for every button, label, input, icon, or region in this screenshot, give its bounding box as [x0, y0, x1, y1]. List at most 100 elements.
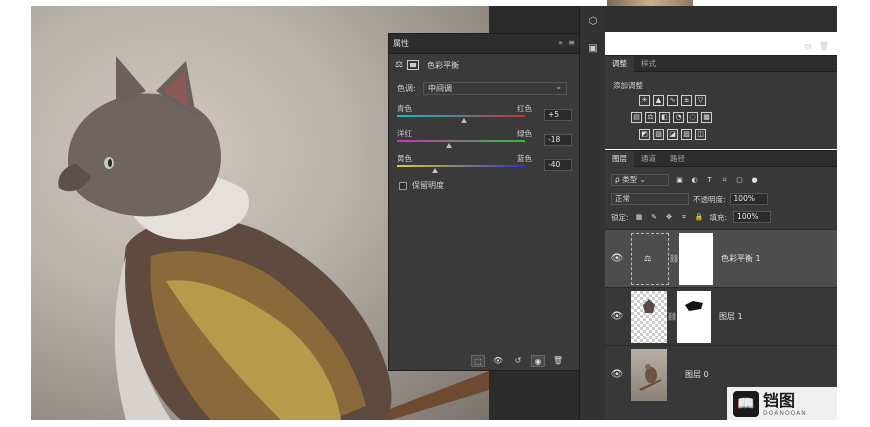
kind-filter-select[interactable]: ρ 类型 ⌄: [611, 174, 669, 186]
clip-icon[interactable]: ⬚: [471, 355, 485, 367]
layer-name: 图层 0: [685, 370, 709, 379]
magenta-green-thumb[interactable]: [446, 143, 453, 148]
threshold-icon[interactable]: ◪: [667, 129, 678, 140]
opacity-input[interactable]: 100%: [729, 193, 768, 205]
cyan-red-value[interactable]: +5: [544, 109, 572, 121]
red-label: 红色: [517, 104, 532, 113]
cyan-red-track[interactable]: [397, 115, 525, 117]
panel-top-strip: ⧉ 🗑: [605, 6, 837, 51]
yellow-blue-value[interactable]: -40: [544, 159, 572, 171]
visibility-eye-icon[interactable]: 👁: [605, 311, 629, 322]
shape-filter-icon[interactable]: ⌑: [720, 176, 729, 185]
visibility-icon[interactable]: ◉: [531, 355, 545, 367]
tab-layers[interactable]: 图层: [605, 151, 634, 167]
photoshop-screenshot: ⬡ ▣ ⧉ 🗑 属性 » ≡ ⚖ 色彩平衡 色调: 中间调 青色 红色: [0, 0, 870, 427]
lock-transparent-icon[interactable]: ▦: [635, 213, 644, 222]
magenta-green-slider: 洋红 绿色 -18: [397, 128, 572, 154]
mask-shape: [685, 300, 703, 311]
brightness-icon[interactable]: ☀: [639, 95, 650, 106]
vibrance-icon[interactable]: ▽: [695, 95, 706, 106]
selective-color-icon[interactable]: ◫: [695, 129, 706, 140]
layers-panel: 图层 通道 路径 ρ 类型 ⌄ ▣ ◐ T ⌑ ▢ ● 正常 不透明度: 100…: [605, 150, 837, 420]
lock-all-icon[interactable]: 🔒: [695, 213, 704, 222]
layer-thumbnail: [631, 290, 667, 343]
properties-toggle-icon[interactable]: ▣: [586, 42, 600, 56]
tone-select[interactable]: 中间调: [423, 81, 567, 95]
3d-icon[interactable]: ⬡: [586, 15, 600, 29]
watermark: 📖 铛图 DOANOOAN: [727, 387, 839, 421]
link-icon[interactable]: ⛓: [669, 254, 679, 263]
panel-menu-icon[interactable]: ≡: [568, 38, 575, 47]
trash-icon[interactable]: 🗑: [819, 42, 829, 51]
preserve-luminosity-row: 保留明度: [399, 180, 444, 191]
layer-name: 图层 1: [719, 312, 743, 321]
visibility-eye-icon[interactable]: 👁: [605, 253, 629, 264]
yellow-blue-thumb[interactable]: [432, 168, 439, 173]
curves-icon[interactable]: ∿: [667, 95, 678, 106]
hue-icon[interactable]: ▤: [631, 112, 642, 123]
adjustment-icons-row3: ◩ ▧ ◪ ▨ ◫: [639, 129, 706, 140]
posterize-icon[interactable]: ▧: [653, 129, 664, 140]
cyan-label: 青色: [397, 104, 412, 113]
yellow-blue-track[interactable]: [397, 165, 525, 167]
layer-row[interactable]: 👁 ⚖ ⛓ 色彩平衡 1: [605, 229, 837, 287]
magenta-green-value[interactable]: -18: [544, 134, 572, 146]
levels-icon[interactable]: ▲: [653, 95, 664, 106]
layer-mask-thumbnail[interactable]: [679, 232, 713, 285]
filter-toggle-icon[interactable]: ●: [750, 176, 759, 185]
pixel-filter-icon[interactable]: ▣: [675, 176, 684, 185]
watermark-subtext: DOANOOAN: [763, 409, 807, 417]
color-balance-icon[interactable]: ⚖: [645, 112, 656, 123]
layers-tabbar: 图层 通道 路径: [605, 151, 837, 167]
layer-row[interactable]: 👁 ⛓ 图层 1: [605, 287, 837, 345]
new-panel-icon[interactable]: ⧉: [805, 42, 811, 52]
invert-icon[interactable]: ◩: [639, 129, 650, 140]
lookup-icon[interactable]: ▦: [701, 112, 712, 123]
blend-row: 正常 不透明度: 100%: [611, 192, 831, 206]
bird-thumbnail: [639, 363, 661, 391]
kind-filter-label: 类型: [622, 175, 638, 184]
tab-adjustments[interactable]: 调整: [605, 56, 634, 72]
tab-paths[interactable]: 路径: [663, 151, 692, 167]
lock-image-icon[interactable]: ✎: [650, 213, 659, 222]
watermark-text: 铛图: [763, 390, 796, 410]
reset-icon[interactable]: ↺: [511, 355, 525, 367]
green-label: 绿色: [517, 129, 532, 138]
preserve-luminosity-checkbox[interactable]: [399, 181, 407, 190]
lock-label: 锁定:: [611, 212, 629, 222]
gradient-map-icon[interactable]: ▨: [681, 129, 692, 140]
adjustment-filter-icon[interactable]: ◐: [690, 176, 699, 185]
fill-input[interactable]: 100%: [733, 211, 772, 223]
magenta-green-track[interactable]: [397, 140, 525, 142]
view-previous-icon[interactable]: 👁: [491, 355, 505, 367]
add-adjustment-caption: 添加调整: [613, 81, 643, 90]
properties-header: 属性 » ≡: [389, 34, 579, 54]
photo-filter-icon[interactable]: ◔: [673, 112, 684, 123]
bw-icon[interactable]: ◧: [659, 112, 670, 123]
mask-icon[interactable]: [407, 60, 420, 70]
tab-channels[interactable]: 通道: [634, 151, 663, 167]
artboard-icon[interactable]: ⌗: [680, 213, 689, 222]
layer-mask-thumbnail[interactable]: [677, 290, 711, 343]
collapse-icon[interactable]: »: [558, 38, 563, 47]
magenta-label: 洋红: [397, 129, 412, 138]
blend-mode-select[interactable]: 正常: [611, 193, 689, 205]
properties-tab[interactable]: 属性: [393, 38, 409, 49]
color-balance-icon: ⚖: [395, 60, 404, 70]
cyan-red-thumb[interactable]: [460, 118, 467, 123]
color-balance-icon: ⚖: [644, 253, 652, 263]
type-filter-icon[interactable]: T: [705, 176, 714, 185]
lock-position-icon[interactable]: ✥: [665, 213, 674, 222]
smart-object-filter-icon[interactable]: ▢: [735, 176, 744, 185]
channel-mixer-icon[interactable]: ◌: [687, 112, 698, 123]
yellow-blue-slider: 黄色 蓝色 -40: [397, 153, 572, 179]
delete-icon[interactable]: 🗑: [551, 355, 565, 367]
exposure-icon[interactable]: ±: [681, 95, 692, 106]
link-icon[interactable]: ⛓: [667, 312, 677, 321]
tone-label: 色调:: [397, 83, 416, 93]
tab-styles[interactable]: 样式: [634, 56, 663, 72]
tone-row: 色调: 中间调: [397, 81, 567, 95]
visibility-eye-icon[interactable]: 👁: [605, 369, 629, 380]
panel-dock-strip: ⬡ ▣: [579, 6, 605, 420]
preserve-luminosity-label: 保留明度: [412, 181, 444, 190]
